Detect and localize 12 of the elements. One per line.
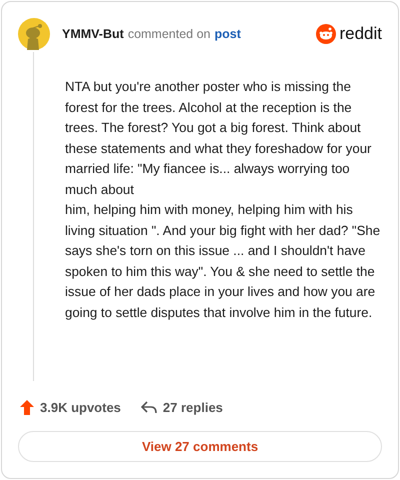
logo-text: reddit <box>339 24 382 44</box>
action-text: commented on <box>128 27 210 41</box>
alien-icon <box>316 24 336 44</box>
upvote-icon[interactable] <box>20 400 34 414</box>
comment-text: NTA but you're another poster who is missing the forest for the trees. Alcohol at the reception is the trees. The forest? You got a big forest. Think about these statements and what they foreshadow for your married life: "My fiancee is... always worrying too much about him, helping him with money, helping him with his living situation ". And your big fight with her dad? "She says she's torn on this issue ... and I shouldn't have spoken to him this way". You & she need to settle the issue of her dads place in your lives and how you are going to settle disputes that involve him in the future. <box>65 78 382 322</box>
post-link[interactable]: post <box>214 27 241 41</box>
upvote-count: 3.9K upvotes <box>40 400 121 414</box>
reply-count: 27 replies <box>162 400 223 414</box>
view-comments-button[interactable]: View 27 comments <box>18 431 382 462</box>
avatar-icon <box>18 18 50 50</box>
reply-icon[interactable] <box>140 400 157 414</box>
username[interactable]: YMMV-But <box>62 27 124 41</box>
